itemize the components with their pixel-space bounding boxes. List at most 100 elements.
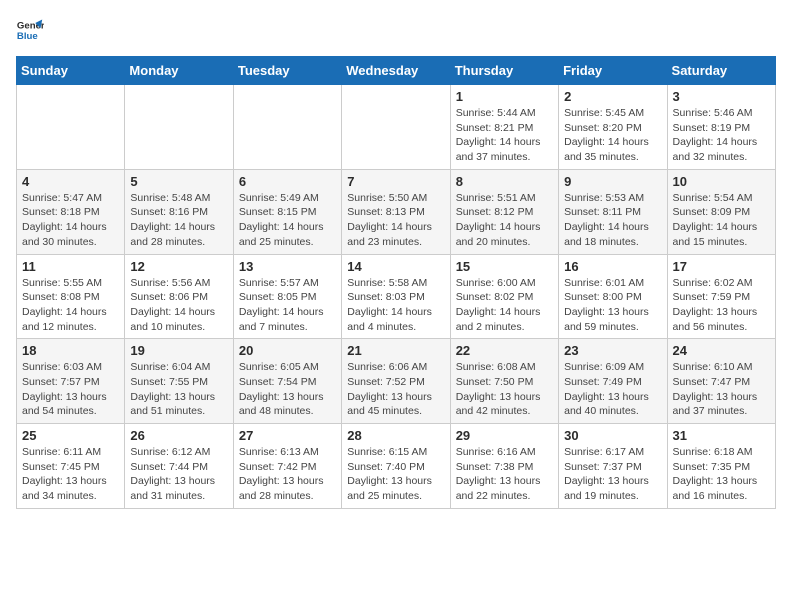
cell-date-number: 29 [456,428,553,443]
cell-date-number: 26 [130,428,227,443]
weekday-header-friday: Friday [559,57,667,85]
cell-info-text: Sunrise: 6:15 AM Sunset: 7:40 PM Dayligh… [347,445,444,504]
cell-date-number: 10 [673,174,770,189]
calendar-table: SundayMondayTuesdayWednesdayThursdayFrid… [16,56,776,509]
calendar-week-3: 11 Sunrise: 5:55 AM Sunset: 8:08 PM Dayli… [17,254,776,339]
calendar-cell: 6 Sunrise: 5:49 AM Sunset: 8:15 PM Daylig… [233,169,341,254]
calendar-cell [17,85,125,170]
calendar-cell: 7 Sunrise: 5:50 AM Sunset: 8:13 PM Daylig… [342,169,450,254]
cell-info-text: Sunrise: 6:03 AM Sunset: 7:57 PM Dayligh… [22,360,119,419]
cell-info-text: Sunrise: 6:04 AM Sunset: 7:55 PM Dayligh… [130,360,227,419]
calendar-week-2: 4 Sunrise: 5:47 AM Sunset: 8:18 PM Daylig… [17,169,776,254]
calendar-cell: 4 Sunrise: 5:47 AM Sunset: 8:18 PM Daylig… [17,169,125,254]
weekday-header-wednesday: Wednesday [342,57,450,85]
cell-info-text: Sunrise: 5:55 AM Sunset: 8:08 PM Dayligh… [22,276,119,335]
svg-text:Blue: Blue [17,31,38,42]
calendar-cell [342,85,450,170]
calendar-cell: 1Sunrise: 5:44 AM Sunset: 8:21 PM Daylig… [450,85,558,170]
cell-info-text: Sunrise: 6:08 AM Sunset: 7:50 PM Dayligh… [456,360,553,419]
cell-info-text: Sunrise: 6:10 AM Sunset: 7:47 PM Dayligh… [673,360,770,419]
cell-date-number: 3 [673,89,770,104]
page-header: General Blue [16,16,776,44]
cell-date-number: 17 [673,259,770,274]
cell-info-text: Sunrise: 5:47 AM Sunset: 8:18 PM Dayligh… [22,191,119,250]
cell-date-number: 11 [22,259,119,274]
cell-info-text: Sunrise: 6:09 AM Sunset: 7:49 PM Dayligh… [564,360,661,419]
weekday-header-monday: Monday [125,57,233,85]
cell-date-number: 28 [347,428,444,443]
calendar-cell: 11 Sunrise: 5:55 AM Sunset: 8:08 PM Dayli… [17,254,125,339]
weekday-header-thursday: Thursday [450,57,558,85]
cell-date-number: 25 [22,428,119,443]
cell-date-number: 2 [564,89,661,104]
cell-info-text: Sunrise: 5:51 AM Sunset: 8:12 PM Dayligh… [456,191,553,250]
cell-date-number: 5 [130,174,227,189]
calendar-cell: 18 Sunrise: 6:03 AM Sunset: 7:57 PM Dayli… [17,339,125,424]
calendar-cell: 9 Sunrise: 5:53 AM Sunset: 8:11 PM Daylig… [559,169,667,254]
calendar-week-1: 1Sunrise: 5:44 AM Sunset: 8:21 PM Daylig… [17,85,776,170]
calendar-cell: 14 Sunrise: 5:58 AM Sunset: 8:03 PM Dayli… [342,254,450,339]
calendar-body: 1Sunrise: 5:44 AM Sunset: 8:21 PM Daylig… [17,85,776,509]
cell-info-text: Sunrise: 5:53 AM Sunset: 8:11 PM Dayligh… [564,191,661,250]
calendar-cell: 25Sunrise: 6:11 AM Sunset: 7:45 PM Dayli… [17,424,125,509]
cell-info-text: Sunrise: 6:05 AM Sunset: 7:54 PM Dayligh… [239,360,336,419]
cell-info-text: Sunrise: 6:12 AM Sunset: 7:44 PM Dayligh… [130,445,227,504]
calendar-header: SundayMondayTuesdayWednesdayThursdayFrid… [17,57,776,85]
calendar-cell [233,85,341,170]
cell-date-number: 6 [239,174,336,189]
logo-icon: General Blue [16,16,44,44]
calendar-cell: 23 Sunrise: 6:09 AM Sunset: 7:49 PM Dayli… [559,339,667,424]
cell-info-text: Sunrise: 5:56 AM Sunset: 8:06 PM Dayligh… [130,276,227,335]
calendar-cell: 12 Sunrise: 5:56 AM Sunset: 8:06 PM Dayli… [125,254,233,339]
cell-info-text: Sunrise: 6:18 AM Sunset: 7:35 PM Dayligh… [673,445,770,504]
cell-info-text: Sunrise: 6:01 AM Sunset: 8:00 PM Dayligh… [564,276,661,335]
cell-date-number: 31 [673,428,770,443]
calendar-cell: 19Sunrise: 6:04 AM Sunset: 7:55 PM Dayli… [125,339,233,424]
calendar-cell: 29 Sunrise: 6:16 AM Sunset: 7:38 PM Dayli… [450,424,558,509]
calendar-week-5: 25Sunrise: 6:11 AM Sunset: 7:45 PM Dayli… [17,424,776,509]
weekday-header-saturday: Saturday [667,57,775,85]
calendar-cell: 13Sunrise: 5:57 AM Sunset: 8:05 PM Dayli… [233,254,341,339]
calendar-cell: 20 Sunrise: 6:05 AM Sunset: 7:54 PM Dayli… [233,339,341,424]
cell-info-text: Sunrise: 6:16 AM Sunset: 7:38 PM Dayligh… [456,445,553,504]
cell-date-number: 16 [564,259,661,274]
calendar-cell: 3 Sunrise: 5:46 AM Sunset: 8:19 PM Daylig… [667,85,775,170]
weekday-header-tuesday: Tuesday [233,57,341,85]
cell-info-text: Sunrise: 5:49 AM Sunset: 8:15 PM Dayligh… [239,191,336,250]
cell-info-text: Sunrise: 6:00 AM Sunset: 8:02 PM Dayligh… [456,276,553,335]
calendar-cell: 24Sunrise: 6:10 AM Sunset: 7:47 PM Dayli… [667,339,775,424]
logo: General Blue [16,16,48,44]
calendar-cell: 26 Sunrise: 6:12 AM Sunset: 7:44 PM Dayli… [125,424,233,509]
cell-date-number: 27 [239,428,336,443]
cell-date-number: 12 [130,259,227,274]
calendar-cell: 28 Sunrise: 6:15 AM Sunset: 7:40 PM Dayli… [342,424,450,509]
calendar-cell [125,85,233,170]
weekday-header-row: SundayMondayTuesdayWednesdayThursdayFrid… [17,57,776,85]
cell-info-text: Sunrise: 5:45 AM Sunset: 8:20 PM Dayligh… [564,106,661,165]
cell-date-number: 22 [456,343,553,358]
calendar-cell: 15Sunrise: 6:00 AM Sunset: 8:02 PM Dayli… [450,254,558,339]
cell-date-number: 23 [564,343,661,358]
calendar-cell: 10 Sunrise: 5:54 AM Sunset: 8:09 PM Dayli… [667,169,775,254]
cell-info-text: Sunrise: 5:57 AM Sunset: 8:05 PM Dayligh… [239,276,336,335]
cell-info-text: Sunrise: 5:44 AM Sunset: 8:21 PM Dayligh… [456,106,553,165]
cell-date-number: 18 [22,343,119,358]
cell-date-number: 20 [239,343,336,358]
cell-info-text: Sunrise: 5:54 AM Sunset: 8:09 PM Dayligh… [673,191,770,250]
calendar-cell: 30Sunrise: 6:17 AM Sunset: 7:37 PM Dayli… [559,424,667,509]
cell-info-text: Sunrise: 5:58 AM Sunset: 8:03 PM Dayligh… [347,276,444,335]
calendar-cell: 22 Sunrise: 6:08 AM Sunset: 7:50 PM Dayli… [450,339,558,424]
calendar-cell: 16 Sunrise: 6:01 AM Sunset: 8:00 PM Dayli… [559,254,667,339]
weekday-header-sunday: Sunday [17,57,125,85]
cell-date-number: 7 [347,174,444,189]
cell-date-number: 14 [347,259,444,274]
cell-date-number: 4 [22,174,119,189]
cell-info-text: Sunrise: 5:50 AM Sunset: 8:13 PM Dayligh… [347,191,444,250]
cell-date-number: 30 [564,428,661,443]
cell-info-text: Sunrise: 6:06 AM Sunset: 7:52 PM Dayligh… [347,360,444,419]
cell-date-number: 9 [564,174,661,189]
calendar-cell: 31 Sunrise: 6:18 AM Sunset: 7:35 PM Dayli… [667,424,775,509]
cell-date-number: 8 [456,174,553,189]
cell-info-text: Sunrise: 5:46 AM Sunset: 8:19 PM Dayligh… [673,106,770,165]
calendar-cell: 8 Sunrise: 5:51 AM Sunset: 8:12 PM Daylig… [450,169,558,254]
